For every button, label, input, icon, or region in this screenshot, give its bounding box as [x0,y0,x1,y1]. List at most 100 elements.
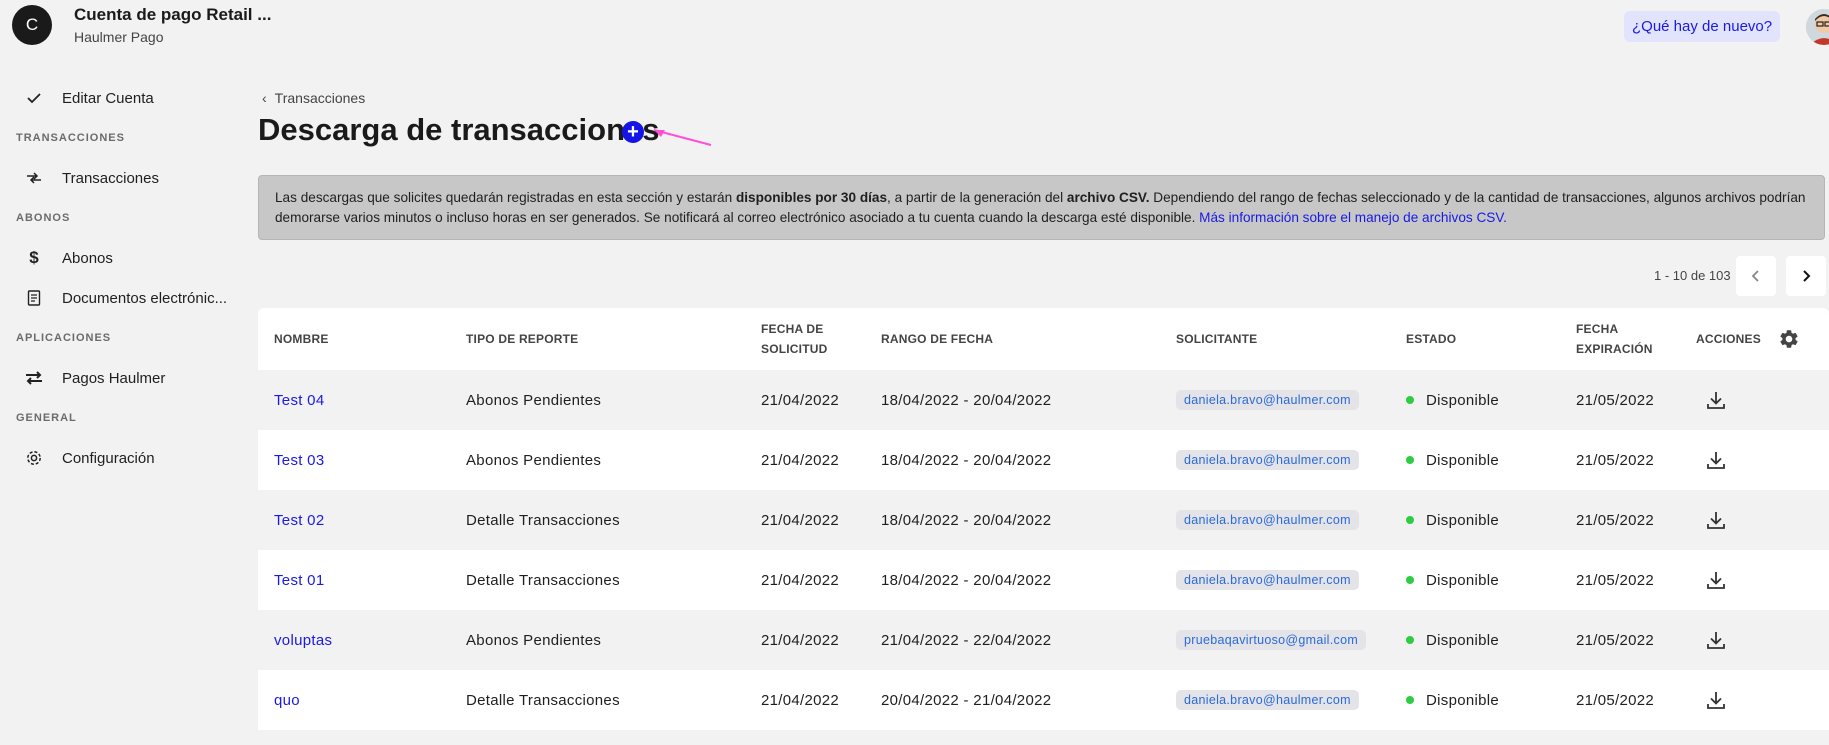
column-header-tipo[interactable]: TIPO DE REPORTE [466,308,578,370]
column-header-solicitante[interactable]: SOLICITANTE [1176,308,1257,370]
user-avatar[interactable] [1806,9,1829,45]
report-name-link[interactable]: Test 02 [274,490,324,550]
info-text: , a partir de la generación del [887,190,1067,205]
download-button[interactable] [1705,670,1727,730]
column-header-estado[interactable]: ESTADO [1406,308,1456,370]
status-cell: Disponible [1406,490,1499,550]
sidebar-item-transacciones[interactable]: Transacciones [0,158,258,198]
report-name-link[interactable]: Test 04 [274,370,324,430]
download-button[interactable] [1705,550,1727,610]
table-row: Test 02 Detalle Transacciones 21/04/2022… [258,490,1829,550]
account-name: Cuenta de pago Retail ... [74,5,272,24]
gear-icon [24,448,44,468]
sidebar-item-documentos-electronicos[interactable]: Documentos electrónic... [0,278,258,318]
date-range: 18/04/2022 - 20/04/2022 [881,451,1052,469]
sidebar-item-abonos[interactable]: $ Abonos [0,238,258,278]
status-cell: Disponible [1406,370,1499,430]
report-name-link[interactable]: quo [274,670,300,730]
requester-cell: daniela.bravo@haulmer.com [1176,370,1359,430]
sidebar-item-editar-cuenta[interactable]: Editar Cuenta [0,78,258,118]
expiration-date: 21/05/2022 [1576,631,1655,649]
info-text: Las descargas que solicites quedarán reg… [275,190,736,205]
requester-chip: daniela.bravo@haulmer.com [1176,450,1359,470]
status-cell: Disponible [1406,670,1499,730]
page-title: Descarga de transacciones [258,112,660,147]
column-header-expiracion[interactable]: FECHA EXPIRACIÓN [1576,308,1653,370]
status-label: Disponible [1426,391,1500,409]
download-button[interactable] [1705,490,1727,550]
download-button[interactable] [1705,430,1727,490]
column-header-rango[interactable]: RANGO DE FECHA [881,308,993,370]
date-range: 18/04/2022 - 20/04/2022 [881,391,1052,409]
download-icon [1707,692,1725,709]
sidebar-section-abonos: ABONOS [16,212,71,224]
expiration-date: 21/05/2022 [1576,511,1655,529]
breadcrumb-label: Transacciones [274,90,366,106]
date-range: 21/04/2022 - 22/04/2022 [881,631,1052,649]
column-header-acciones: ACCIONES [1696,332,1761,346]
download-icon [1707,572,1725,589]
pagination-range: 1 - 10 de 103 [1654,268,1731,283]
account-subtitle: Haulmer Pago [74,29,164,45]
account-switcher[interactable]: C Cuenta de pago Retail ... Haulmer Pago [12,5,271,45]
sidebar: Editar Cuenta TRANSACCIONES Transaccione… [0,56,258,745]
column-header-nombre[interactable]: NOMBRE [274,308,329,370]
check-icon [24,88,44,108]
status-label: Disponible [1426,691,1500,709]
expiration-date: 21/05/2022 [1576,691,1655,709]
download-icon [1707,452,1725,469]
status-label: Disponible [1426,631,1500,649]
requester-chip: daniela.bravo@haulmer.com [1176,390,1359,410]
report-type: Detalle Transacciones [466,511,620,529]
add-download-button[interactable]: + [622,121,644,143]
download-icon [1707,632,1725,649]
status-dot [1406,516,1414,524]
table-settings-gear-icon[interactable] [1778,328,1800,350]
requester-cell: pruebaqavirtuoso@gmail.com [1176,610,1367,670]
chevron-left-icon: ‹ [262,90,267,106]
request-date: 21/04/2022 [761,451,840,469]
date-range: 18/04/2022 - 20/04/2022 [881,511,1052,529]
sidebar-item-label: Pagos Haulmer [62,369,166,387]
dollar-icon: $ [29,248,39,267]
account-avatar: C [12,5,52,45]
whats-new-button[interactable]: ¿Qué hay de nuevo? [1624,11,1781,42]
expiration-date: 21/05/2022 [1576,571,1655,589]
transactions-icon [24,168,44,188]
status-dot [1406,396,1414,404]
previous-page-button[interactable] [1736,256,1776,296]
request-date: 21/04/2022 [761,691,840,709]
next-page-button[interactable] [1786,256,1826,296]
request-date: 21/04/2022 [761,631,840,649]
status-cell: Disponible [1406,610,1499,670]
status-dot [1406,636,1414,644]
report-type: Detalle Transacciones [466,691,620,709]
column-header-fecha-solicitud[interactable]: FECHA DE SOLICITUD [761,308,827,370]
report-name-link[interactable]: Test 01 [274,550,324,610]
download-button[interactable] [1705,370,1727,430]
status-dot [1406,576,1414,584]
csv-info-link[interactable]: Más información sobre el manejo de archi… [1199,210,1507,225]
requester-cell: daniela.bravo@haulmer.com [1176,490,1359,550]
column-header-line: FECHA DE [761,322,824,336]
sidebar-item-configuracion[interactable]: Configuración [0,438,258,478]
download-icon [1707,392,1725,409]
breadcrumb[interactable]: ‹ Transacciones [262,90,365,106]
info-bold-days: disponibles por 30 días [735,190,888,205]
sidebar-item-pagos-haulmer[interactable]: Pagos Haulmer [0,358,258,398]
download-button[interactable] [1705,610,1727,670]
status-dot [1406,696,1414,704]
requester-cell: daniela.bravo@haulmer.com [1176,550,1359,610]
sidebar-item-label: Documentos electrónic... [62,289,228,307]
status-cell: Disponible [1406,550,1499,610]
status-label: Disponible [1426,571,1500,589]
chevron-left-icon [1751,270,1759,282]
download-icon [1707,512,1725,529]
date-range: 20/04/2022 - 21/04/2022 [881,691,1052,709]
info-banner: Las descargas que solicites quedarán reg… [258,175,1825,240]
date-range: 18/04/2022 - 20/04/2022 [881,571,1052,589]
status-cell: Disponible [1406,430,1499,490]
report-name-link[interactable]: voluptas [274,610,332,670]
report-name-link[interactable]: Test 03 [274,430,324,490]
table-row: quo Detalle Transacciones 21/04/2022 20/… [258,670,1829,730]
